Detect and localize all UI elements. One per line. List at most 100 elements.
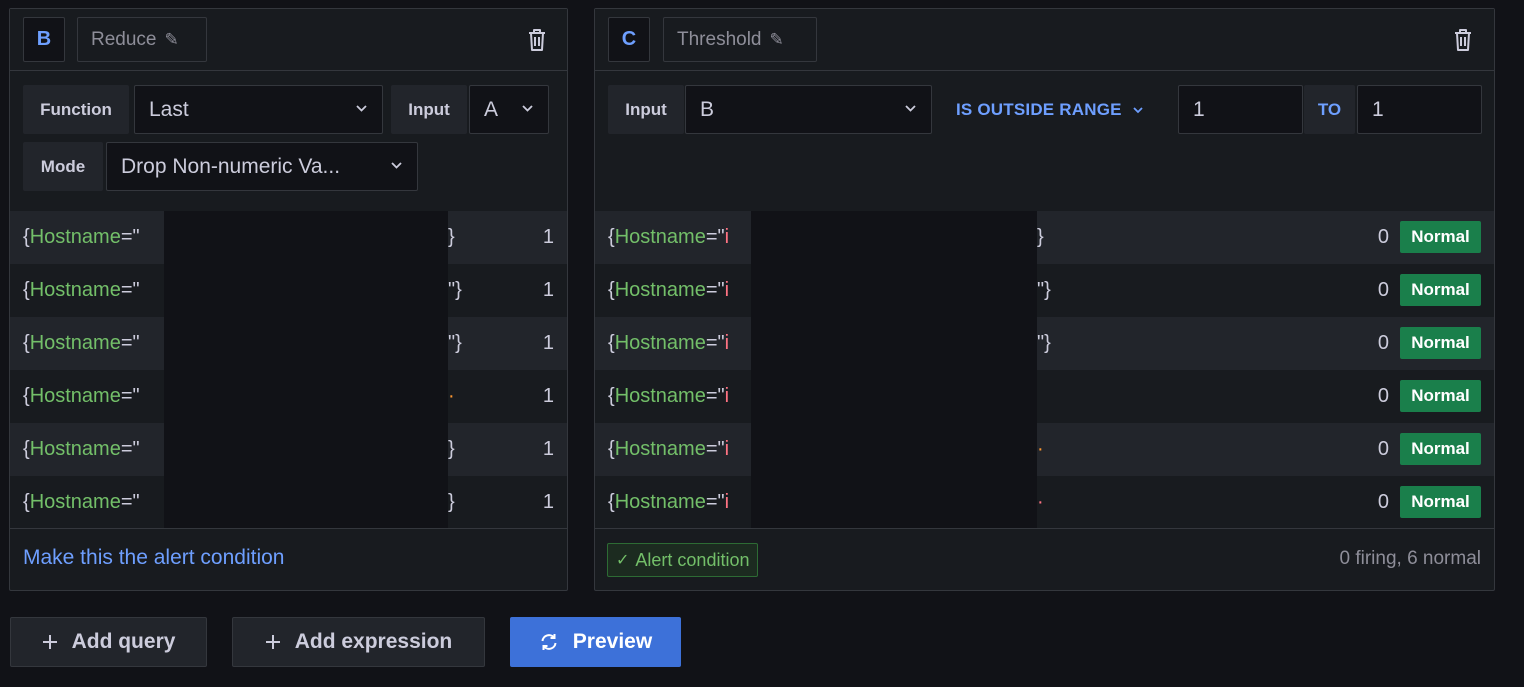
series-label: {Hostname="i xyxy=(608,385,730,407)
input-value: B xyxy=(700,97,715,121)
result-value: 1 xyxy=(542,438,554,460)
alert-condition-badge: ✓ Alert condition xyxy=(607,543,759,577)
redacted-value xyxy=(751,211,1037,264)
threshold-type-value: IS OUTSIDE RANGE xyxy=(956,99,1122,119)
sync-icon xyxy=(539,632,559,652)
series-label-end: "} xyxy=(448,279,462,301)
input-select[interactable]: A xyxy=(469,85,549,134)
series-label-end: · xyxy=(1037,438,1044,460)
threshold-panel-header: C Threshold ✎ xyxy=(595,9,1494,71)
result-row: {Hostname="i "} 0 Normal xyxy=(595,317,1494,370)
expression-name-button[interactable]: Threshold ✎ xyxy=(663,17,817,62)
result-value: 1 xyxy=(542,226,554,248)
ref-id-badge: C xyxy=(608,17,650,62)
plus-icon xyxy=(42,634,58,650)
state-badge: Normal xyxy=(1400,274,1481,306)
add-query-label: Add query xyxy=(71,630,176,653)
expression-name: Threshold xyxy=(677,28,762,50)
result-value: 0 xyxy=(1377,332,1389,354)
result-row: {Hostname="i · 0 Normal xyxy=(595,423,1494,476)
trash-icon[interactable] xyxy=(1452,27,1474,53)
reduce-expression-panel: B Reduce ✎ Function Last Input A Mode Dr… xyxy=(9,8,568,591)
plus-icon xyxy=(265,634,281,650)
result-row: {Hostname=" } 1 xyxy=(10,476,567,529)
expression-name-button[interactable]: Reduce ✎ xyxy=(77,17,207,62)
evaluation-summary: 0 firing, 6 normal xyxy=(1339,548,1481,569)
series-label-end: "} xyxy=(1037,279,1051,301)
series-label: {Hostname="i xyxy=(608,332,730,354)
redacted-value xyxy=(164,264,448,317)
series-label: {Hostname=" xyxy=(23,226,140,248)
redacted-value xyxy=(164,211,448,264)
threshold-type-dropdown[interactable]: IS OUTSIDE RANGE xyxy=(956,85,1144,134)
result-value: 0 xyxy=(1377,279,1389,301)
state-badge: Normal xyxy=(1400,486,1481,518)
threshold-results-list: {Hostname="i } 0 Normal {Hostname="i "} … xyxy=(595,211,1494,529)
series-label-end: "} xyxy=(448,332,462,354)
range-to-input[interactable]: 1 xyxy=(1357,85,1482,134)
series-label: {Hostname=" xyxy=(23,332,140,354)
chevron-down-icon xyxy=(391,162,402,169)
function-value: Last xyxy=(149,97,189,121)
result-value: 0 xyxy=(1377,438,1389,460)
redacted-value xyxy=(751,423,1037,476)
trash-icon[interactable] xyxy=(526,27,548,53)
redacted-value xyxy=(164,423,448,476)
input-value: A xyxy=(484,97,499,121)
series-label: {Hostname=" xyxy=(23,279,140,301)
result-row: {Hostname=" "} 1 xyxy=(10,317,567,370)
series-label: {Hostname="i xyxy=(608,226,730,248)
result-row: {Hostname=" "} 1 xyxy=(10,264,567,317)
range-from-input[interactable]: 1 xyxy=(1178,85,1303,134)
result-value: 1 xyxy=(542,332,554,354)
series-label: {Hostname=" xyxy=(23,385,140,407)
add-expression-button[interactable]: Add expression xyxy=(232,617,485,667)
preview-button[interactable]: Preview xyxy=(510,617,681,667)
preview-label: Preview xyxy=(572,630,653,653)
series-label-end: · xyxy=(1037,491,1044,513)
result-row: {Hostname=" } 1 xyxy=(10,423,567,476)
function-select[interactable]: Last xyxy=(134,85,383,134)
chevron-down-icon xyxy=(522,105,533,112)
series-label-end: } xyxy=(448,438,455,460)
add-expression-label: Add expression xyxy=(294,630,453,653)
series-label-end: } xyxy=(448,491,455,513)
redacted-value xyxy=(751,264,1037,317)
series-label-end: } xyxy=(1037,226,1044,248)
chevron-down-icon xyxy=(905,105,916,112)
series-label: {Hostname="i xyxy=(608,491,730,513)
result-row: {Hostname=" } 1 xyxy=(10,211,567,264)
redacted-value xyxy=(751,370,1037,423)
result-row: {Hostname="i } 0 Normal xyxy=(595,211,1494,264)
expression-name: Reduce xyxy=(91,28,157,50)
redacted-value xyxy=(164,317,448,370)
make-alert-condition-link[interactable]: Make this the alert condition xyxy=(23,546,284,570)
function-label: Function xyxy=(23,85,129,134)
mode-select[interactable]: Drop Non-numeric Va... xyxy=(106,142,418,191)
input-select[interactable]: B xyxy=(685,85,932,134)
range-to-label: TO xyxy=(1304,85,1355,134)
series-label: {Hostname=" xyxy=(23,491,140,513)
result-value: 0 xyxy=(1377,226,1389,248)
result-value: 1 xyxy=(542,279,554,301)
chevron-down-icon xyxy=(356,105,367,112)
mode-label: Mode xyxy=(23,142,103,191)
series-label-end: "} xyxy=(1037,332,1051,354)
add-query-button[interactable]: Add query xyxy=(10,617,207,667)
result-value: 1 xyxy=(542,491,554,513)
result-value: 0 xyxy=(1377,491,1389,513)
check-icon: ✓ xyxy=(616,552,630,569)
series-label-end: } xyxy=(448,226,455,248)
mode-value: Drop Non-numeric Va... xyxy=(121,154,341,178)
result-row: {Hostname="i 0 Normal xyxy=(595,370,1494,423)
alert-condition-label: Alert condition xyxy=(635,549,750,570)
redacted-value xyxy=(164,476,448,529)
reduce-panel-footer: Make this the alert condition xyxy=(10,528,567,590)
state-badge: Normal xyxy=(1400,221,1481,253)
reduce-results-list: {Hostname=" } 1 {Hostname=" "} 1 {Hostna… xyxy=(10,211,567,529)
threshold-panel-footer: ✓ Alert condition 0 firing, 6 normal xyxy=(595,528,1494,590)
redacted-value xyxy=(751,317,1037,370)
result-row: {Hostname="i "} 0 Normal xyxy=(595,264,1494,317)
result-value: 0 xyxy=(1377,385,1389,407)
input-label: Input xyxy=(391,85,467,134)
